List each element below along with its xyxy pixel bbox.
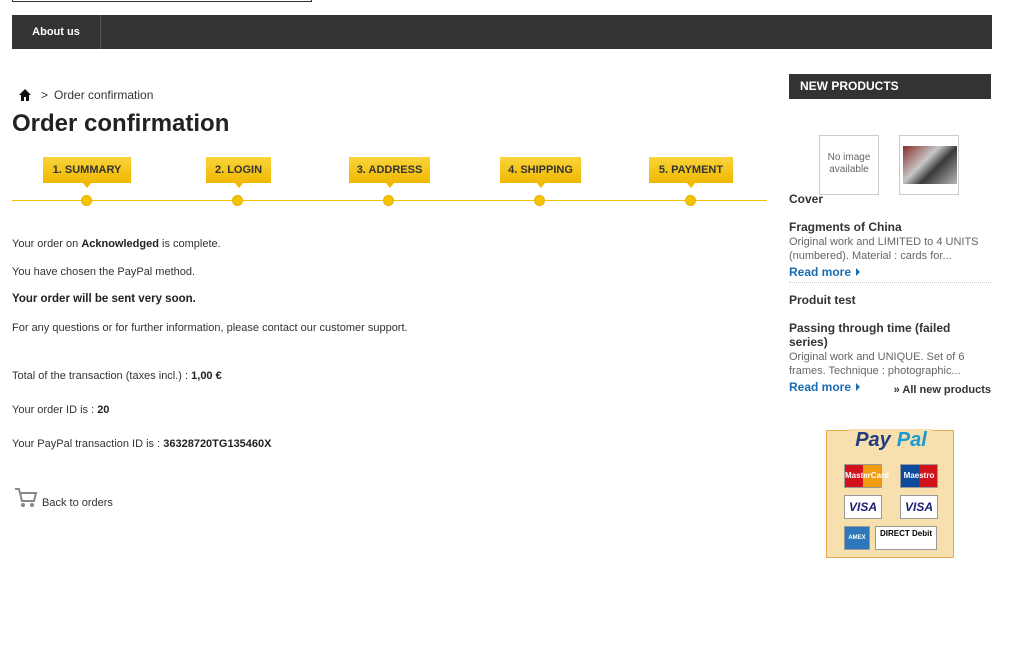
read-more-link[interactable]: Read more bbox=[789, 380, 861, 394]
step-address[interactable]: 3. ADDRESS bbox=[349, 157, 430, 188]
total-label: Total of the transaction (taxes incl.) : bbox=[12, 370, 192, 382]
order-steps: 1. SUMMARY 2. LOGIN 3. ADDRESS 4. SHIPPI… bbox=[12, 157, 767, 209]
product-category[interactable]: Cover bbox=[789, 192, 991, 206]
header-top-border bbox=[12, 0, 312, 2]
product-photo bbox=[903, 146, 957, 184]
home-icon[interactable] bbox=[19, 89, 31, 101]
arrow-right-icon bbox=[856, 268, 861, 276]
no-image-text: No image available bbox=[827, 152, 871, 175]
text-part: Your order on bbox=[12, 238, 82, 250]
step-arrow bbox=[234, 183, 243, 188]
read-more-label: Read more bbox=[789, 265, 852, 279]
product-category[interactable]: Produit test bbox=[789, 293, 991, 307]
step-payment[interactable]: 5. PAYMENT bbox=[649, 157, 733, 188]
mastercard-icon: MasterCard bbox=[844, 464, 889, 488]
arrow-right-icon bbox=[856, 383, 861, 391]
new-products-header: NEW PRODUCTS bbox=[789, 74, 991, 99]
product-name[interactable]: Passing through time (failed series) bbox=[789, 321, 991, 349]
step-arrow bbox=[687, 183, 695, 188]
paypal-logo-block: Pay Pal MasterCard Maestro VISA VISA AMEX… bbox=[826, 429, 955, 558]
breadcrumb: > Order confirmation bbox=[19, 87, 153, 103]
step-arrow bbox=[536, 183, 545, 188]
maestro-icon: Maestro bbox=[900, 464, 938, 488]
step-label: 1. SUMMARY bbox=[52, 164, 122, 176]
order-id-label: Your order ID is : bbox=[12, 404, 98, 416]
step-dot-address bbox=[383, 195, 394, 206]
new-products-sidebar: NEW PRODUCTS No image available Cover Fr… bbox=[789, 74, 991, 396]
direct-debit-icon: DIRECT Debit bbox=[875, 526, 937, 550]
product-description: Original work and UNIQUE. Set of 6 frame… bbox=[789, 351, 965, 377]
product-thumbnails: No image available bbox=[789, 99, 991, 199]
total-value: 1,00 € bbox=[191, 370, 222, 382]
amex-icon: AMEX bbox=[844, 526, 870, 550]
breadcrumb-separator: > bbox=[41, 88, 49, 102]
visa-electron-icon: VISA bbox=[900, 495, 938, 519]
paypal-tx-value: 36328720TG135460X bbox=[163, 438, 272, 450]
order-sent-text: Your order will be sent very soon. bbox=[12, 293, 196, 305]
read-more-label: Read more bbox=[789, 380, 852, 394]
step-login[interactable]: 2. LOGIN bbox=[206, 157, 271, 188]
cart-icon bbox=[15, 488, 38, 507]
step-shipping[interactable]: 4. SHIPPING bbox=[500, 157, 581, 188]
product-description: Original work and LIMITED to 4 UNITS (nu… bbox=[789, 236, 979, 262]
back-to-orders-label: Back to orders bbox=[42, 497, 113, 509]
support-text: For any questions or for further informa… bbox=[12, 322, 408, 334]
product-item: Produit test Passing through time (faile… bbox=[789, 293, 991, 396]
step-dot-shipping bbox=[534, 195, 545, 206]
step-label: 5. PAYMENT bbox=[658, 164, 724, 176]
paypal-pay: Pay bbox=[852, 429, 894, 451]
shop-name: Acknowledged bbox=[81, 238, 159, 250]
total-line: Total of the transaction (taxes incl.) :… bbox=[12, 370, 222, 382]
paypal-tx-label: Your PayPal transaction ID is : bbox=[12, 438, 164, 450]
paypal-tx-line: Your PayPal transaction ID is : 36328720… bbox=[12, 438, 272, 450]
order-id-value: 20 bbox=[97, 404, 110, 416]
order-id-line: Your order ID is : 20 bbox=[12, 404, 109, 416]
step-dot-summary bbox=[81, 195, 92, 206]
order-complete-text: Your order on Acknowledged is complete. bbox=[12, 238, 221, 250]
text-part: is complete. bbox=[158, 238, 221, 250]
back-to-orders-link[interactable]: Back to orders bbox=[14, 487, 113, 509]
product-item: Cover Fragments of China Original work a… bbox=[789, 192, 991, 281]
page-title: Order confirmation bbox=[12, 110, 230, 137]
all-new-products-link[interactable]: » All new products bbox=[894, 384, 991, 396]
step-arrow bbox=[385, 183, 394, 188]
visa-icon: VISA bbox=[844, 495, 882, 519]
step-dot-login bbox=[232, 195, 243, 206]
top-navigation: About us bbox=[12, 15, 992, 49]
product-name[interactable]: Fragments of China bbox=[789, 220, 991, 234]
thumbnail-no-image[interactable]: No image available bbox=[819, 135, 879, 195]
paypal-pal: Pal bbox=[893, 429, 930, 451]
step-arrow bbox=[83, 183, 91, 188]
product-divider bbox=[789, 282, 991, 283]
breadcrumb-current: Order confirmation bbox=[54, 88, 154, 102]
read-more-link[interactable]: Read more bbox=[789, 265, 861, 279]
step-summary[interactable]: 1. SUMMARY bbox=[43, 157, 131, 188]
step-label: 3. ADDRESS bbox=[356, 164, 423, 176]
step-label: 4. SHIPPING bbox=[508, 164, 573, 176]
nav-item-about-us[interactable]: About us bbox=[12, 15, 101, 49]
step-label: 2. LOGIN bbox=[214, 164, 263, 176]
step-dot-payment bbox=[685, 195, 696, 206]
thumbnail-product-photo[interactable] bbox=[899, 135, 959, 195]
payment-method-text: You have chosen the PayPal method. bbox=[12, 266, 196, 278]
paypal-logo-text: Pay Pal bbox=[827, 429, 955, 452]
